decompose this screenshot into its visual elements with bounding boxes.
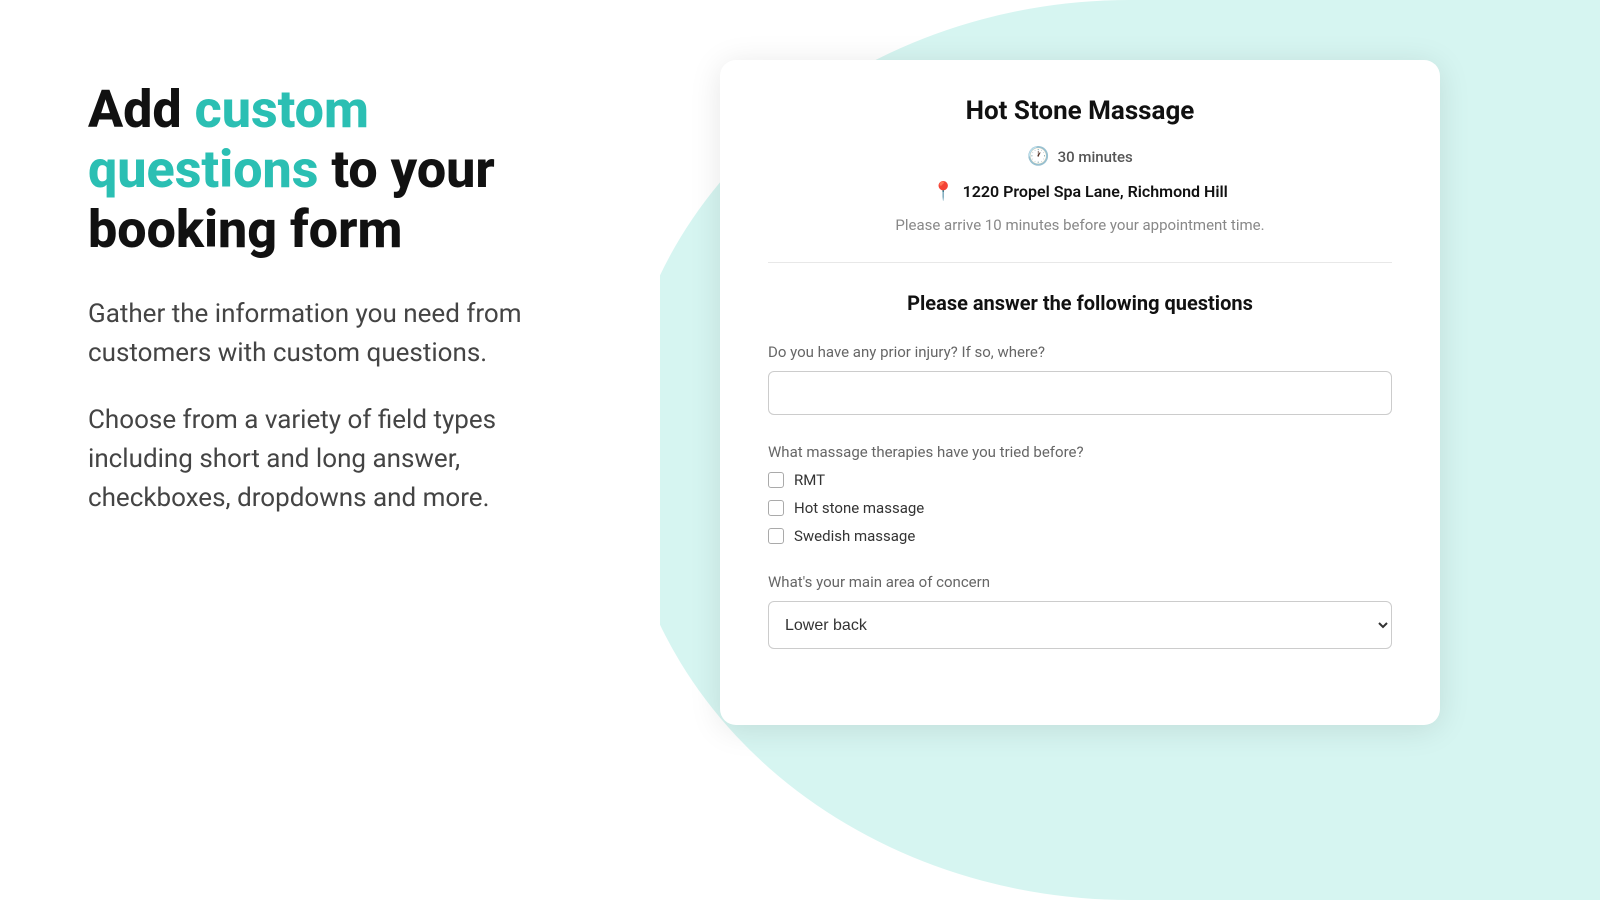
questions-heading: Please answer the following questions bbox=[768, 291, 1392, 315]
service-title: Hot Stone Massage bbox=[768, 96, 1392, 126]
hero-title: Add custom questions to your booking for… bbox=[88, 80, 600, 259]
checkbox-item-hotstonemassage[interactable]: Hot stone massage bbox=[768, 499, 1392, 517]
card-meta: 🕐 30 minutes bbox=[768, 146, 1392, 167]
location-pin-icon: 📍 bbox=[932, 181, 954, 202]
hero-body1: Gather the information you need from cus… bbox=[88, 295, 600, 373]
location-label: 1220 Propel Spa Lane, Richmond Hill bbox=[963, 182, 1228, 201]
card-note: Please arrive 10 minutes before your app… bbox=[768, 216, 1392, 234]
checkbox-hotstonemassage[interactable] bbox=[768, 500, 784, 516]
duration-label: 30 minutes bbox=[1058, 148, 1133, 166]
booking-card: Hot Stone Massage 🕐 30 minutes 📍 1220 Pr… bbox=[720, 60, 1440, 725]
checkbox-hotstonemassage-label: Hot stone massage bbox=[794, 499, 924, 517]
clock-icon: 🕐 bbox=[1027, 146, 1049, 167]
checkbox-group: RMT Hot stone massage Swedish massage bbox=[768, 471, 1392, 545]
question3-group: What's your main area of concern Lower b… bbox=[768, 573, 1392, 649]
question3-select[interactable]: Lower back Upper back Neck Shoulders Leg… bbox=[768, 601, 1392, 649]
question2-label: What massage therapies have you tried be… bbox=[768, 443, 1392, 461]
question1-group: Do you have any prior injury? If so, whe… bbox=[768, 343, 1392, 415]
checkbox-swedishmassage[interactable] bbox=[768, 528, 784, 544]
hero-title-plain: Add bbox=[88, 79, 195, 140]
checkbox-item-swedishmassage[interactable]: Swedish massage bbox=[768, 527, 1392, 545]
question1-input[interactable] bbox=[768, 371, 1392, 415]
question1-label: Do you have any prior injury? If so, whe… bbox=[768, 343, 1392, 361]
left-panel: Add custom questions to your booking for… bbox=[0, 0, 660, 900]
question3-label: What's your main area of concern bbox=[768, 573, 1392, 591]
checkbox-rmt[interactable] bbox=[768, 472, 784, 488]
checkbox-swedishmassage-label: Swedish massage bbox=[794, 527, 915, 545]
question2-group: What massage therapies have you tried be… bbox=[768, 443, 1392, 545]
duration-meta: 🕐 30 minutes bbox=[1027, 146, 1133, 167]
checkbox-rmt-label: RMT bbox=[794, 471, 825, 489]
checkbox-item-rmt[interactable]: RMT bbox=[768, 471, 1392, 489]
right-panel: Hot Stone Massage 🕐 30 minutes 📍 1220 Pr… bbox=[660, 0, 1600, 900]
hero-body2: Choose from a variety of field types inc… bbox=[88, 401, 600, 518]
location-meta: 📍 1220 Propel Spa Lane, Richmond Hill bbox=[768, 181, 1392, 202]
card-divider bbox=[768, 262, 1392, 263]
